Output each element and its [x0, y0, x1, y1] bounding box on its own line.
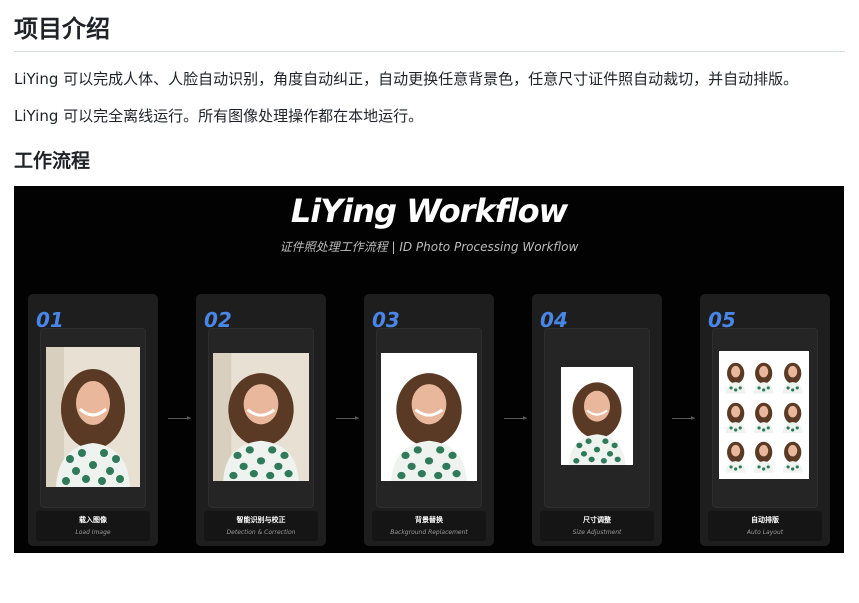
- layout-sheet: [719, 351, 809, 479]
- workflow-step-2: 02 智能识别与校正 Detection & Correction: [196, 294, 326, 546]
- photo-grid: [723, 357, 805, 473]
- step-title-zh: 自动排版: [751, 516, 779, 524]
- thumbnail-photo: [751, 396, 777, 434]
- intro-paragraph-1: LiYing 可以完成人体、人脸自动识别，角度自动纠正，自动更换任意背景色，任意…: [14, 70, 799, 88]
- arrow-icon: [168, 416, 191, 420]
- photo-frame: [544, 328, 650, 508]
- banner-subtitle: 证件照处理工作流程 | ID Photo Processing Workflow: [279, 240, 579, 254]
- portrait-photo: [561, 367, 633, 465]
- thumbnail-photo: [751, 357, 777, 394]
- thumbnail-photo: [779, 396, 805, 434]
- step-caption: 尺寸调整 Size Adjustment: [540, 511, 654, 541]
- thumbnail-photo: [751, 436, 777, 473]
- workflow-heading: 工作流程: [14, 150, 91, 172]
- photo-frame: [40, 328, 146, 508]
- step-title-en: Background Replacement: [390, 529, 468, 536]
- step-title-en: Auto Layout: [746, 529, 784, 536]
- workflow-step-3: 03 背景替换 Background Replacement: [364, 294, 494, 546]
- thumbnail-photo: [723, 436, 749, 473]
- banner-title: LiYing Workflow: [290, 192, 568, 230]
- step-title-zh: 背景替换: [415, 516, 443, 524]
- arrow-icon: [336, 416, 359, 420]
- portrait-photo: [381, 353, 477, 481]
- workflow-step-1: 01 载入图像 Load Image: [28, 294, 158, 546]
- step-caption: 智能识别与校正 Detection & Correction: [204, 511, 318, 541]
- workflow-step-5: 05 自动排版 Auto Layout: [700, 294, 830, 546]
- step-caption: 背景替换 Background Replacement: [372, 511, 486, 541]
- portrait-photo: [46, 347, 140, 487]
- thumbnail-photo: [779, 357, 805, 394]
- workflow-step-4: 04 尺寸调整 Size Adjustment: [532, 294, 662, 546]
- step-caption: 载入图像 Load Image: [36, 511, 150, 541]
- step-title-zh: 载入图像: [79, 516, 107, 524]
- photo-frame: [712, 328, 818, 508]
- thumbnail-photo: [779, 436, 805, 473]
- photo-frame: [376, 328, 482, 508]
- portrait-photo: [213, 353, 309, 481]
- arrow-icon: [672, 416, 695, 420]
- readme-page: 项目介绍 LiYing 可以完成人体、人脸自动识别，角度自动纠正，自动更换任意背…: [0, 0, 859, 553]
- step-title-zh: 智能识别与校正: [236, 516, 286, 524]
- step-title-en: Detection & Correction: [226, 529, 296, 536]
- step-title-zh: 尺寸调整: [583, 516, 611, 524]
- step-caption: 自动排版 Auto Layout: [708, 511, 822, 541]
- step-title-en: Load Image: [75, 529, 111, 536]
- workflow-banner-image: LiYing Workflow 证件照处理工作流程 | ID Photo Pro…: [14, 186, 844, 553]
- arrow-icon: [504, 416, 527, 420]
- thumbnail-photo: [723, 396, 749, 434]
- intro-paragraph-2: LiYing 可以完全离线运行。所有图像处理操作都在本地运行。: [14, 107, 424, 125]
- step-title-en: Size Adjustment: [572, 529, 622, 536]
- thumbnail-photo: [723, 357, 749, 394]
- photo-frame: [208, 328, 314, 508]
- intro-heading: 项目介绍: [14, 0, 845, 52]
